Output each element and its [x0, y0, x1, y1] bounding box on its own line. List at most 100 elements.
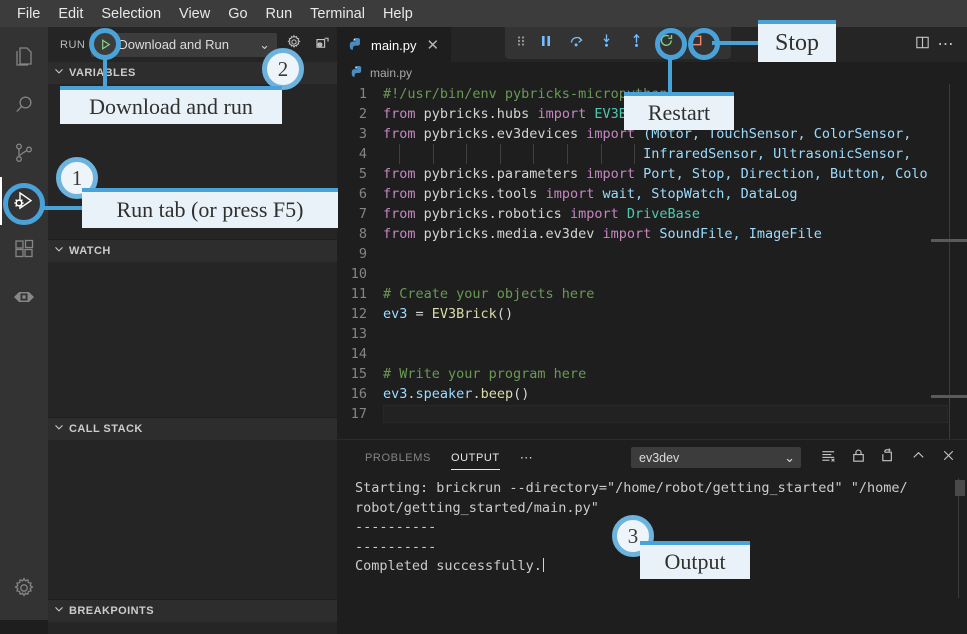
debug-toolbar-drag-handle[interactable]: [511, 32, 531, 54]
menu-item-terminal[interactable]: Terminal: [301, 4, 374, 24]
indent-guides: [399, 144, 668, 164]
debug-stop-button[interactable]: [681, 32, 711, 54]
line-number: 14: [337, 344, 383, 364]
menu-item-view[interactable]: View: [170, 4, 219, 24]
code-line[interactable]: 12ev3 = EV3Brick(): [337, 304, 967, 324]
code-line[interactable]: 9: [337, 244, 967, 264]
code-line[interactable]: 13: [337, 324, 967, 344]
line-content: from pybricks.tools import wait, StopWat…: [383, 184, 798, 204]
line-content: from pybricks.ev3devices import (Motor, …: [383, 124, 911, 144]
editor-tab-actions: ⋯: [911, 27, 967, 62]
code-line[interactable]: 10: [337, 264, 967, 284]
code-line[interactable]: 6from pybricks.tools import wait, StopWa…: [337, 184, 967, 204]
menu-item-selection[interactable]: Selection: [92, 4, 170, 24]
open-debug-console-button[interactable]: [311, 34, 333, 56]
code-line[interactable]: 3from pybricks.ev3devices import (Motor,…: [337, 124, 967, 144]
debug-step-into-button[interactable]: [591, 32, 621, 54]
output-scrollbar-thumb[interactable]: [955, 480, 965, 496]
line-content: # Create your objects here: [383, 284, 594, 304]
stop-icon: [688, 32, 705, 54]
code-line[interactable]: 16ev3.speaker.beep(): [337, 384, 967, 404]
gear-icon: [286, 34, 302, 55]
section-header-breakpoints[interactable]: BREAKPOINTS: [48, 599, 337, 622]
line-content: ev3 = EV3Brick(): [383, 304, 513, 324]
debug-restart-button[interactable]: [651, 32, 681, 54]
code-line[interactable]: 1#!/usr/bin/env pybricks-micropython: [337, 84, 967, 104]
open-in-editor-icon: [880, 447, 897, 469]
line-number: 12: [337, 304, 383, 324]
lock-icon: [850, 447, 867, 469]
clear-output-button[interactable]: [817, 447, 839, 469]
output-line: robot/getting_started/main.py": [355, 499, 967, 519]
code-editor[interactable]: 1#!/usr/bin/env pybricks-micropython2fro…: [337, 84, 967, 440]
debug-step-out-button[interactable]: [621, 32, 651, 54]
output-line: ----------: [355, 538, 967, 558]
sidebar-item-source-control[interactable]: [0, 129, 48, 177]
launch-configuration-select[interactable]: Download and Run ⌄: [91, 33, 277, 57]
line-number: 11: [337, 284, 383, 304]
manage-settings-button[interactable]: [0, 564, 48, 612]
gear-icon: [12, 576, 36, 600]
code-line[interactable]: 5from pybricks.parameters import Port, S…: [337, 164, 967, 184]
editor-more-actions-button[interactable]: ⋯: [935, 34, 957, 56]
activity-bar: [0, 27, 48, 620]
search-icon: [12, 93, 36, 117]
breadcrumb[interactable]: main.py: [337, 62, 967, 84]
maximize-panel-button[interactable]: [907, 447, 929, 469]
pause-icon: [538, 33, 554, 54]
open-launch-json-button[interactable]: [283, 34, 305, 56]
code-line[interactable]: 17: [337, 404, 967, 424]
menu-item-file[interactable]: File: [8, 4, 49, 24]
code-line[interactable]: 8from pybricks.media.ev3dev import Sound…: [337, 224, 967, 244]
panel-more-tabs[interactable]: ⋯: [510, 450, 544, 466]
sidebar-item-search[interactable]: [0, 81, 48, 129]
split-editor-button[interactable]: [911, 34, 933, 56]
line-number: 6: [337, 184, 383, 204]
line-number: 3: [337, 124, 383, 144]
menu-item-edit[interactable]: Edit: [49, 4, 92, 24]
line-number: 7: [337, 204, 383, 224]
open-in-editor-button[interactable]: [877, 447, 899, 469]
debug-step-over-button[interactable]: [561, 32, 591, 54]
line-number: 10: [337, 264, 383, 284]
menu-item-go[interactable]: Go: [219, 4, 256, 24]
sidebar-item-run-and-debug[interactable]: [0, 177, 48, 225]
tab-problems[interactable]: PROBLEMS: [355, 440, 441, 475]
output-channel-select[interactable]: ev3dev ⌄: [631, 447, 801, 468]
section-header-variables[interactable]: VARIABLES: [48, 62, 337, 84]
play-icon[interactable]: [98, 37, 113, 55]
launch-configuration-label: Download and Run: [118, 37, 229, 52]
section-header-watch[interactable]: WATCH: [48, 239, 337, 262]
breadcrumb-label: main.py: [370, 66, 412, 80]
section-header-call-stack[interactable]: CALL STACK: [48, 417, 337, 440]
debug-pause-button[interactable]: [531, 32, 561, 54]
sidebar-header: RUN Download and Run ⌄: [48, 27, 337, 62]
tab-output[interactable]: OUTPUT: [441, 440, 510, 475]
chevron-down-icon[interactable]: ⌄: [259, 37, 270, 53]
sidebar-item-ev3dev-browser[interactable]: [0, 273, 48, 321]
code-line[interactable]: 11# Create your objects here: [337, 284, 967, 304]
horizontal-scrollbar-thumb-upper[interactable]: [931, 239, 967, 242]
section-label: WATCH: [69, 245, 111, 257]
chevron-down-icon[interactable]: ⌄: [784, 450, 795, 466]
sidebar-item-explorer[interactable]: [0, 33, 48, 81]
ellipsis-icon: ⋯: [938, 40, 955, 50]
chevron-up-icon: [910, 447, 927, 469]
menu-item-help[interactable]: Help: [374, 4, 422, 24]
close-icon[interactable]: ✕: [425, 38, 442, 53]
code-line[interactable]: 15# Write your program here: [337, 364, 967, 384]
editor-tab-main-py[interactable]: main.py ✕: [337, 27, 452, 62]
code-line[interactable]: 2from pybricks.hubs import EV3Brick: [337, 104, 967, 124]
panel-header: PROBLEMS OUTPUT ⋯ ev3dev ⌄: [337, 440, 967, 475]
close-panel-button[interactable]: [937, 447, 959, 469]
code-line[interactable]: 14: [337, 344, 967, 364]
line-content: ev3.speaker.beep(): [383, 384, 529, 404]
scroll-lock-button[interactable]: [847, 447, 869, 469]
code-line[interactable]: 7from pybricks.robotics import DriveBase: [337, 204, 967, 224]
activity-bar-bottom: [0, 564, 48, 612]
menu-item-run[interactable]: Run: [257, 4, 302, 24]
sidebar-item-extensions[interactable]: [0, 225, 48, 273]
horizontal-scrollbar-thumb-lower[interactable]: [931, 395, 967, 398]
minimap-divider: [949, 84, 950, 440]
restart-icon: [658, 32, 675, 54]
